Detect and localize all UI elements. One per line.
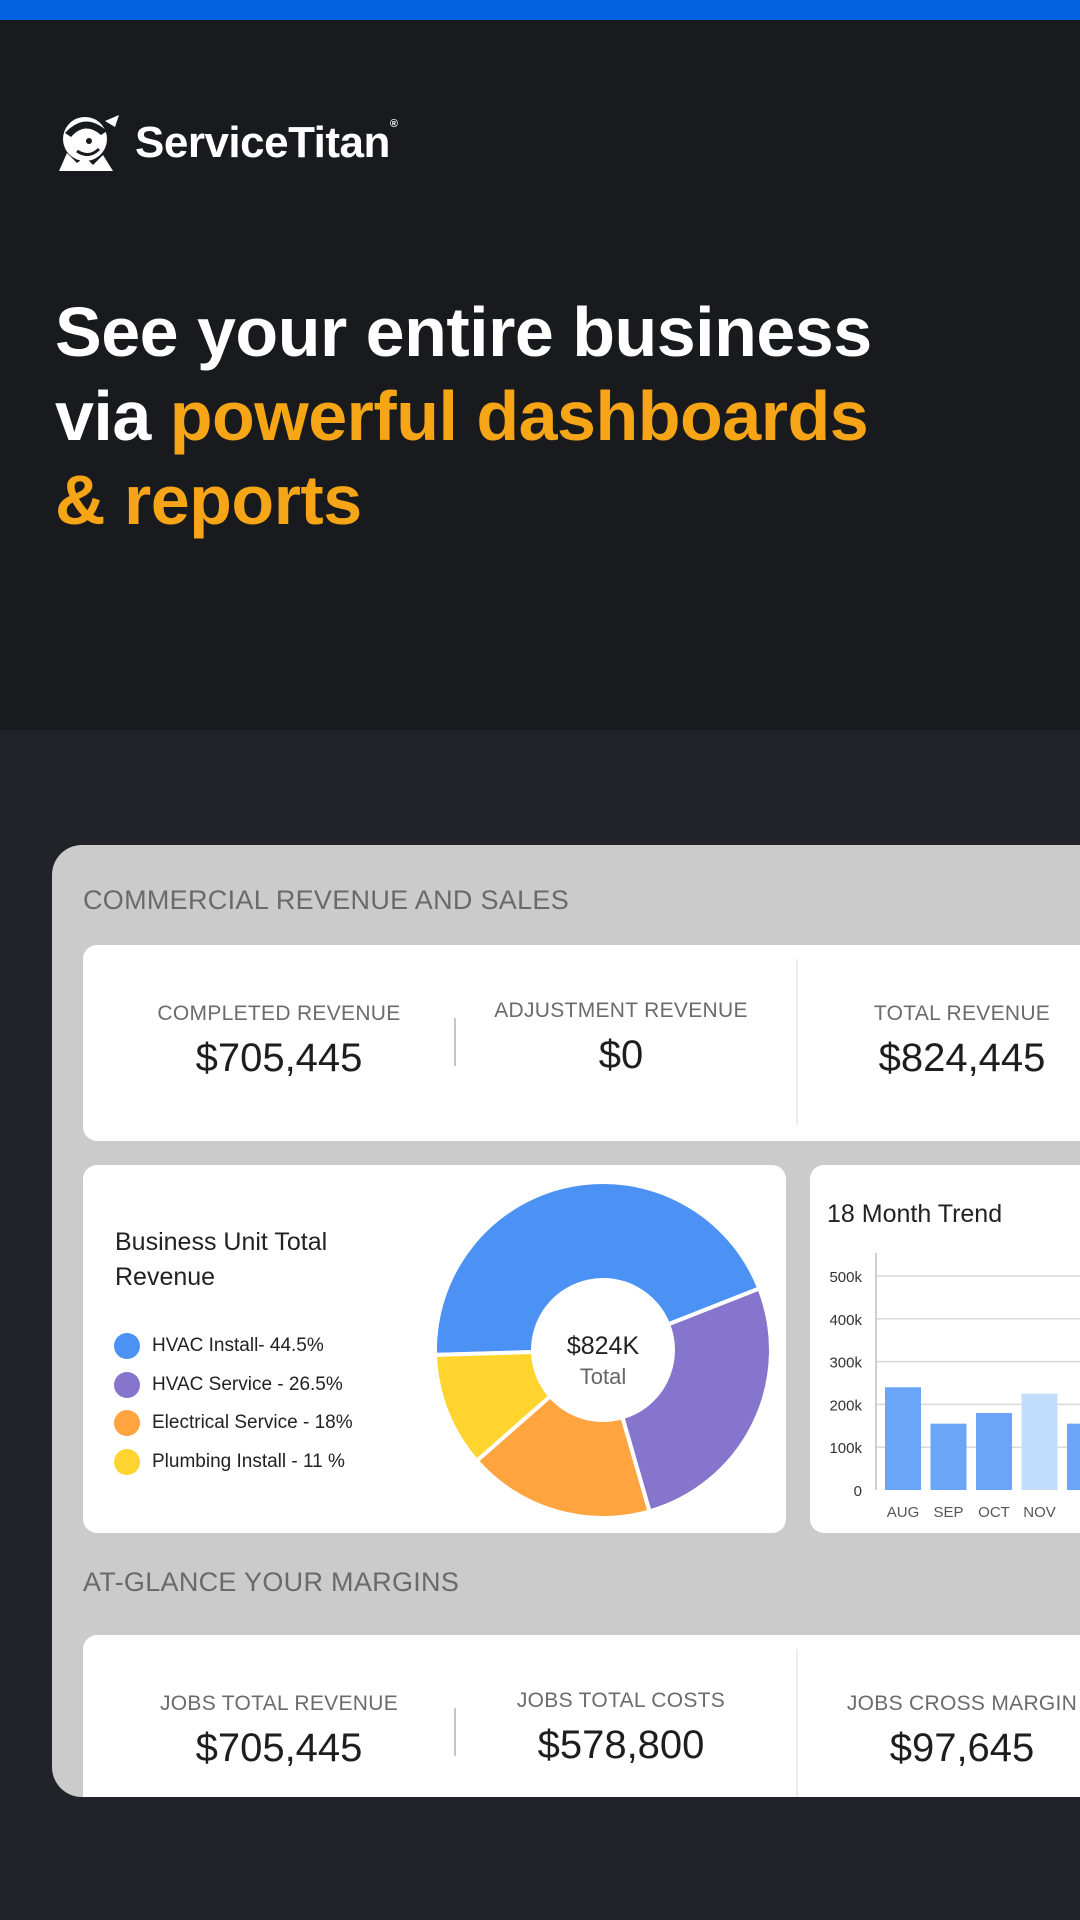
hero-headline: See your entire business via powerful da… [55, 290, 872, 542]
kpi-completed-revenue: COMPLETED REVENUE $705,445 [157, 1002, 401, 1080]
legend-swatch [114, 1448, 140, 1475]
legend-label: HVAC Service - 26.5% [152, 1373, 343, 1395]
dashboard-panel: COMMERCIAL REVENUE AND SALES COMPLETED R… [52, 845, 1080, 1797]
headline-line-2: via powerful dashboards [55, 377, 869, 455]
margins-kpi-card: JOBS TOTAL REVENUE $705,445 JOBS TOTAL C… [83, 1635, 1080, 1797]
bar-sep[interactable] [930, 1423, 967, 1490]
kpi-divider [796, 959, 798, 1125]
bar-aug[interactable] [885, 1387, 921, 1490]
margins-section-title: AT-GLANCE YOUR MARGINS [83, 1567, 460, 1597]
donut-chart: $824K Total [433, 1180, 773, 1520]
hero-section: ServiceTitan® See your entire business v… [0, 20, 1080, 730]
kpi-jobs-cross-margin: JOBS CROSS MARGIN $97,645 [846, 1692, 1078, 1770]
donut-center-label: Total [579, 1364, 627, 1389]
legend-item: HVAC Install- 44.5% [114, 1327, 353, 1366]
legend-item: Plumbing Install - 11 % [114, 1443, 353, 1482]
bar-oct[interactable] [976, 1412, 1012, 1490]
business-unit-card: Business Unit Total Revenue HVAC Install… [83, 1165, 786, 1533]
revenue-section-title: COMMERCIAL REVENUE AND SALES [83, 885, 570, 915]
bar-partial [1067, 1423, 1080, 1490]
y-tick-label: 500k [829, 1269, 862, 1286]
legend-label: Electrical Service - 18% [152, 1412, 353, 1434]
headline-line-3: & reports [55, 461, 362, 539]
x-tick-label: AUG [887, 1504, 920, 1521]
headline-highlight: powerful dashboards [169, 377, 869, 455]
y-tick-label: 0 [854, 1483, 862, 1500]
y-tick-label: 400k [829, 1312, 862, 1329]
kpi-total-revenue: TOTAL REVENUE $824,445 [873, 1002, 1051, 1080]
y-tick-label: 100k [829, 1440, 862, 1457]
legend-item: Electrical Service - 18% [114, 1404, 353, 1443]
kpi-adjustment-revenue: ADJUSTMENT REVENUE $0 [494, 999, 748, 1077]
legend-label: Plumbing Install - 11 % [152, 1450, 345, 1472]
x-tick-label: NOV [1023, 1504, 1056, 1521]
top-accent-bar [0, 0, 1080, 20]
business-unit-title: Business Unit Total Revenue [115, 1228, 328, 1291]
kpi-divider [796, 1649, 798, 1797]
kpi-jobs-total-revenue: JOBS TOTAL REVENUE $705,445 [159, 1692, 399, 1770]
bar-nov[interactable] [1021, 1393, 1058, 1490]
kpi-jobs-total-costs: JOBS TOTAL COSTS $578,800 [516, 1689, 726, 1767]
legend-item: HVAC Service - 26.5% [114, 1366, 353, 1405]
titan-mascot-icon [59, 115, 119, 171]
revenue-kpi-card: COMPLETED REVENUE $705,445 ADJUSTMENT RE… [83, 945, 1080, 1141]
y-tick-label: 300k [829, 1355, 862, 1372]
legend-swatch [114, 1371, 140, 1398]
trend-card: 18 Month Trend 0 100k 200k 300k 400k 500k AUG S… [810, 1165, 1080, 1533]
donut-center-value: $824K [566, 1332, 640, 1360]
donut-slice-hvac-service[interactable] [619, 1285, 773, 1514]
headline-line-1: See your entire business [55, 293, 872, 371]
kpi-divider [454, 1018, 456, 1066]
brand-name: ServiceTitan® [135, 118, 398, 167]
x-tick-label: OCT [978, 1504, 1010, 1521]
brand-logo[interactable]: ServiceTitan® [55, 108, 398, 178]
legend-swatch [114, 1333, 140, 1360]
y-tick-label: 200k [829, 1397, 862, 1414]
legend-label: HVAC Install- 44.5% [152, 1335, 324, 1357]
trend-bar-chart: 0 100k 200k 300k 400k 500k AUG SEP OCT NOV [829, 1253, 1080, 1521]
kpi-divider [454, 1708, 456, 1756]
pie-legend: HVAC Install- 44.5% HVAC Service - 26.5% E… [114, 1327, 353, 1481]
x-tick-label: SEP [933, 1504, 963, 1521]
legend-swatch [114, 1410, 140, 1437]
